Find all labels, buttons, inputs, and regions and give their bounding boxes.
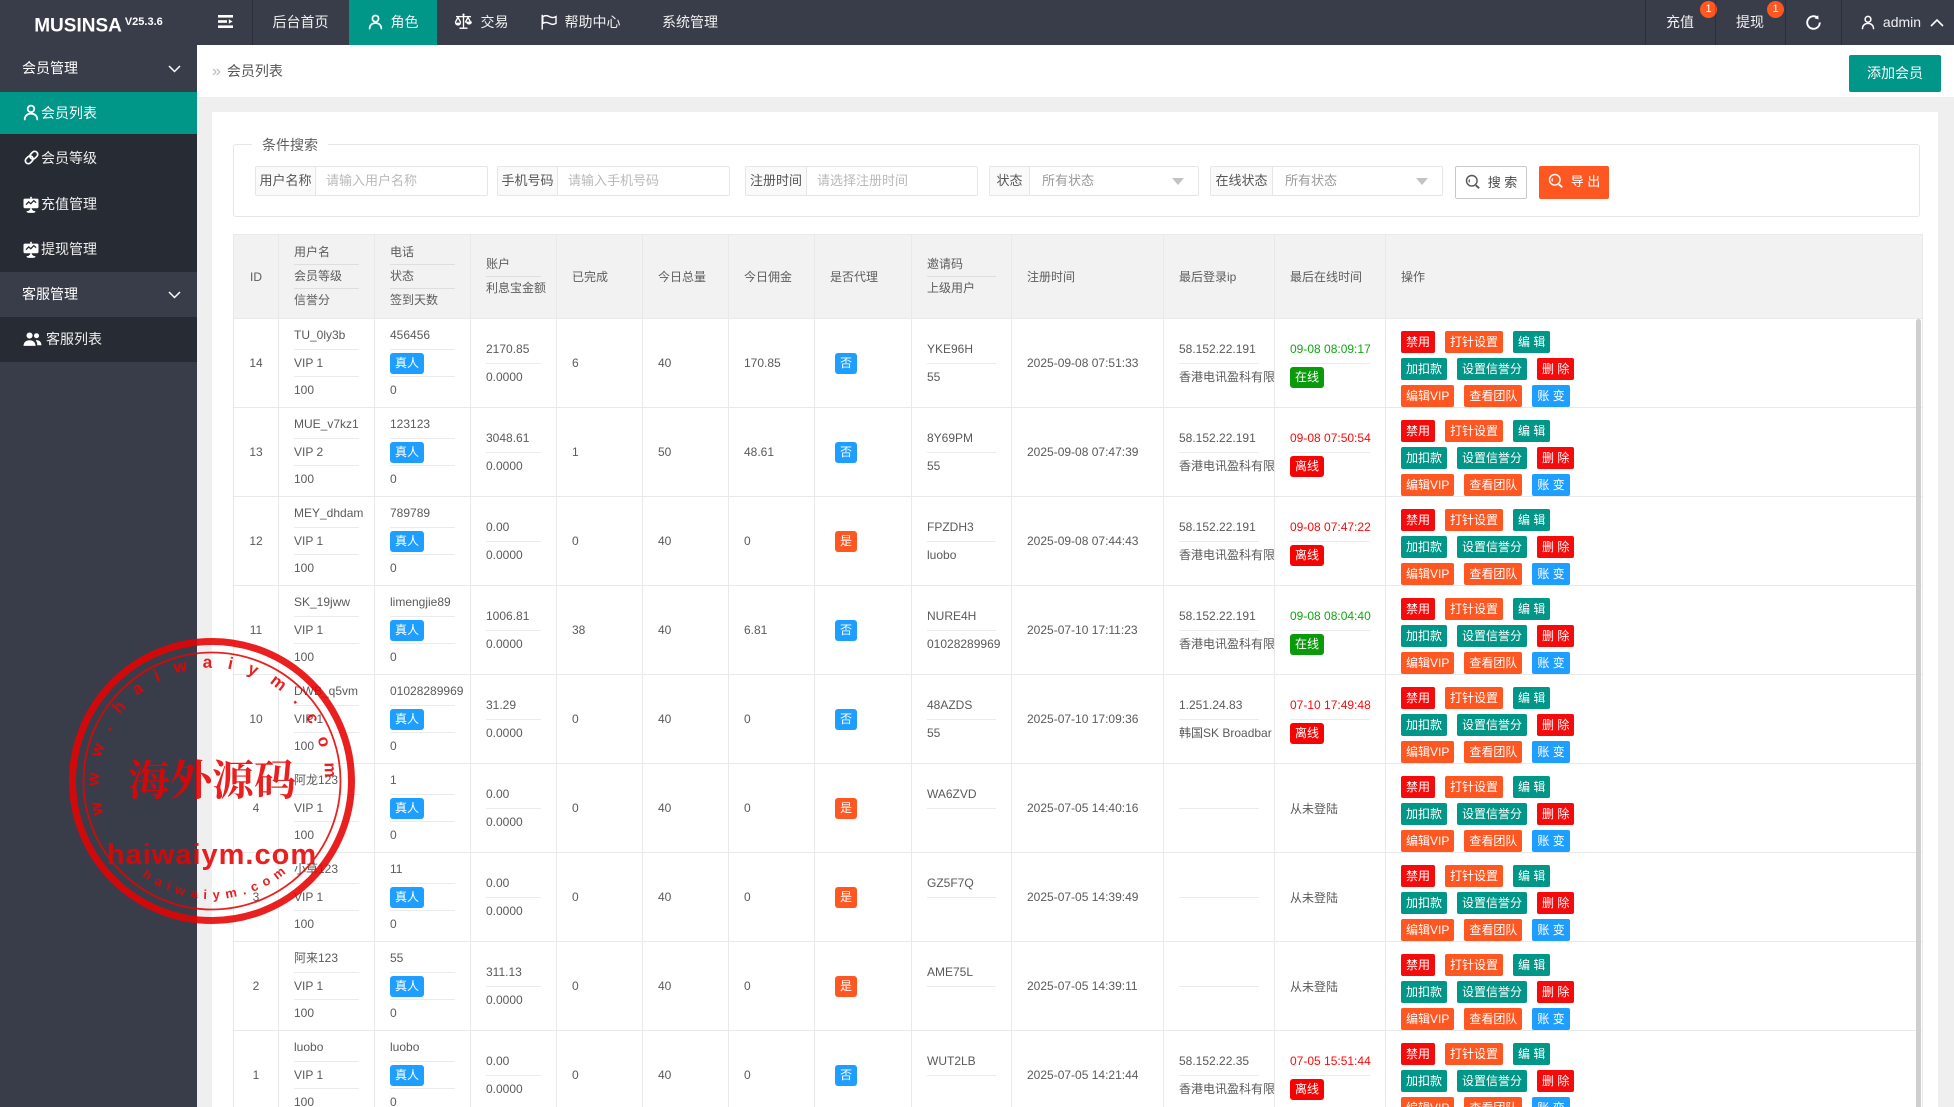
svg-text:haiwaiym.com: haiwaiym.com [107, 839, 317, 871]
svg-text:海外源码: 海外源码 [128, 758, 296, 805]
